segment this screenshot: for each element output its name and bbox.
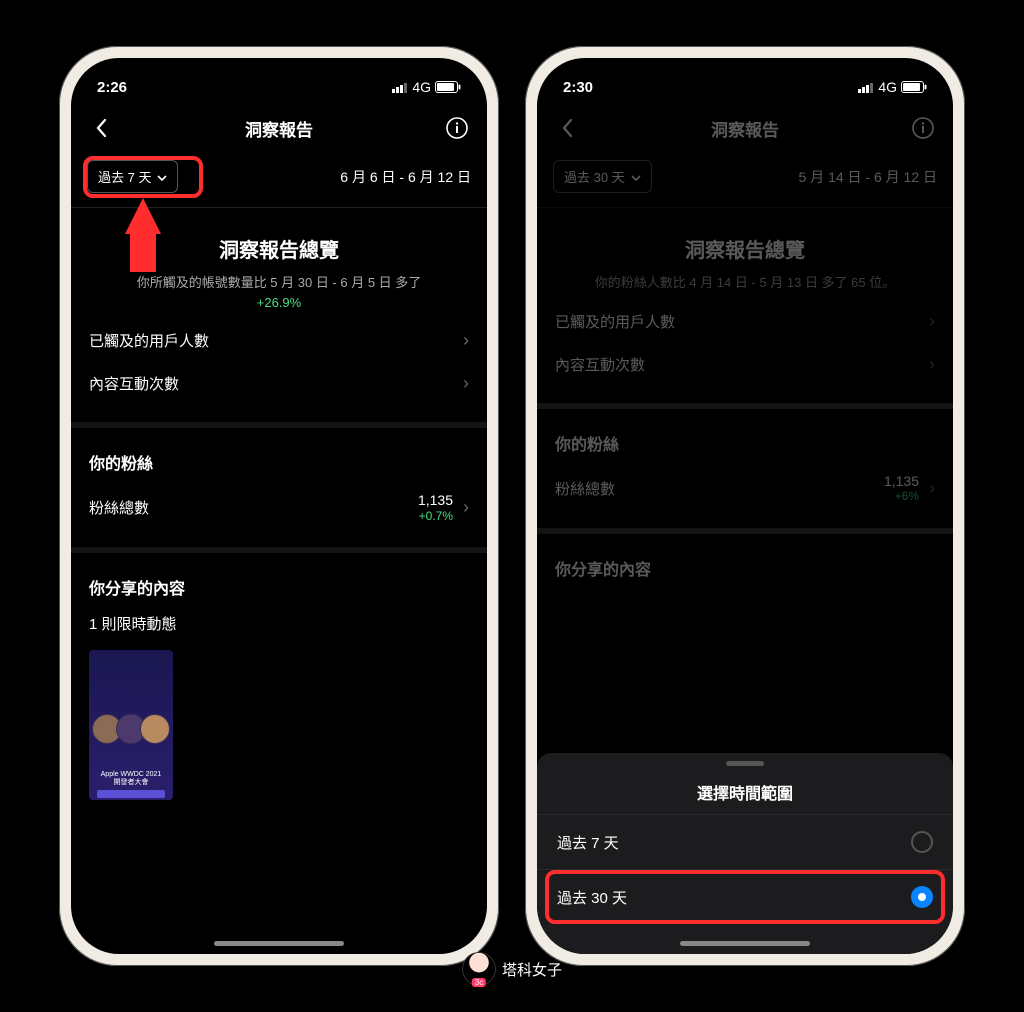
fans-total-value: 1,135	[884, 473, 919, 490]
fans-total-label: 粉絲總數	[89, 497, 149, 518]
signal-icon	[392, 82, 408, 93]
status-network: 4G	[878, 79, 897, 95]
time-range-sheet: 選擇時間範圍 過去 7 天 過去 30 天	[537, 753, 953, 954]
radio-unchecked-icon	[911, 831, 933, 853]
metric-interactions[interactable]: 內容互動次數 ›	[537, 350, 953, 393]
signal-icon	[858, 82, 874, 93]
option-7-label: 過去 7 天	[557, 832, 619, 853]
back-icon[interactable]	[553, 114, 581, 142]
chevron-right-icon: ›	[463, 373, 469, 394]
phone-left: 2:26 4G 洞察報告	[59, 46, 499, 966]
metric-reach-label: 已觸及的用戶人數	[89, 330, 209, 351]
fans-section-title: 你的粉絲	[71, 428, 487, 478]
option-7-days[interactable]: 過去 7 天	[537, 814, 953, 869]
watermark-text: 塔科女子	[502, 959, 562, 980]
info-icon[interactable]	[909, 114, 937, 142]
metric-interactions-label: 內容互動次數	[555, 354, 645, 375]
battery-icon	[901, 81, 927, 93]
metric-interactions[interactable]: 內容互動次數 ›	[71, 369, 487, 412]
metric-reach-label: 已觸及的用戶人數	[555, 311, 675, 332]
chevron-right-icon: ›	[929, 354, 935, 375]
notch	[655, 58, 835, 86]
shared-count: 1 則限時動態	[71, 603, 487, 634]
date-range-chip[interactable]: 過去 30 天	[553, 160, 652, 193]
metric-reach[interactable]: 已觸及的用戶人數 ›	[71, 312, 487, 369]
metric-reach[interactable]: 已觸及的用戶人數 ›	[537, 293, 953, 350]
notch	[189, 58, 369, 86]
watermark-avatar-icon	[462, 952, 496, 986]
option-30-days[interactable]: 過去 30 天	[537, 869, 953, 924]
status-time: 2:26	[97, 79, 127, 96]
back-icon[interactable]	[87, 114, 115, 142]
fans-delta: +6%	[884, 489, 919, 503]
phone-right: 2:30 4G 洞察報告	[525, 46, 965, 966]
overview-subtitle: 你所觸及的帳號數量比 5 月 30 日 - 6 月 5 日 多了 +26.9%	[71, 273, 487, 312]
story-thumbnail[interactable]: Apple WWDC 2021 開發者大會	[89, 650, 173, 800]
fans-section-title: 你的粉絲	[537, 409, 953, 459]
fans-total-label: 粉絲總數	[555, 478, 615, 499]
fans-delta: +0.7%	[418, 509, 453, 523]
chevron-right-icon: ›	[463, 497, 469, 518]
chevron-right-icon: ›	[463, 330, 469, 351]
chevron-right-icon: ›	[929, 311, 935, 332]
date-range-row: 過去 30 天 5 月 14 日 - 6 月 12 日	[537, 152, 953, 208]
metric-interactions-label: 內容互動次數	[89, 373, 179, 394]
status-network: 4G	[412, 79, 431, 95]
watermark: 塔科女子	[462, 952, 562, 986]
overview-title: 洞察報告總覽	[537, 234, 953, 263]
chevron-down-icon	[631, 169, 641, 184]
page-title: 洞察報告	[115, 116, 443, 141]
shared-section-title: 你分享的內容	[71, 553, 487, 603]
sheet-title: 選擇時間範圍	[537, 766, 953, 814]
page-title: 洞察報告	[581, 116, 909, 141]
fans-total-value: 1,135	[418, 492, 453, 509]
shared-section-title: 你分享的內容	[537, 534, 953, 584]
date-range-label: 過去 7 天	[98, 167, 151, 186]
status-time: 2:30	[563, 79, 593, 96]
chevron-right-icon: ›	[929, 478, 935, 499]
info-icon[interactable]	[443, 114, 471, 142]
chevron-down-icon	[157, 169, 167, 184]
fans-total-row[interactable]: 粉絲總數 1,135 +0.7% ›	[71, 478, 487, 537]
home-indicator[interactable]	[214, 941, 344, 946]
date-range-label: 過去 30 天	[564, 167, 625, 186]
date-range-chip[interactable]: 過去 7 天	[87, 160, 178, 193]
nav-bar: 洞察報告	[71, 104, 487, 152]
date-range-value: 6 月 6 日 - 6 月 12 日	[340, 167, 471, 187]
radio-checked-icon	[911, 886, 933, 908]
date-range-value: 5 月 14 日 - 6 月 12 日	[799, 167, 938, 187]
home-indicator[interactable]	[680, 941, 810, 946]
fans-total-row[interactable]: 粉絲總數 1,135 +6% ›	[537, 459, 953, 518]
overview-pct: +26.9%	[257, 295, 301, 310]
thumb-caption: Apple WWDC 2021 開發者大會	[93, 771, 169, 786]
option-30-label: 過去 30 天	[557, 887, 627, 908]
nav-bar: 洞察報告	[537, 104, 953, 152]
battery-icon	[435, 81, 461, 93]
overview-subtitle: 你的粉絲人數比 4 月 14 日 - 5 月 13 日 多了 65 位。	[537, 273, 953, 293]
